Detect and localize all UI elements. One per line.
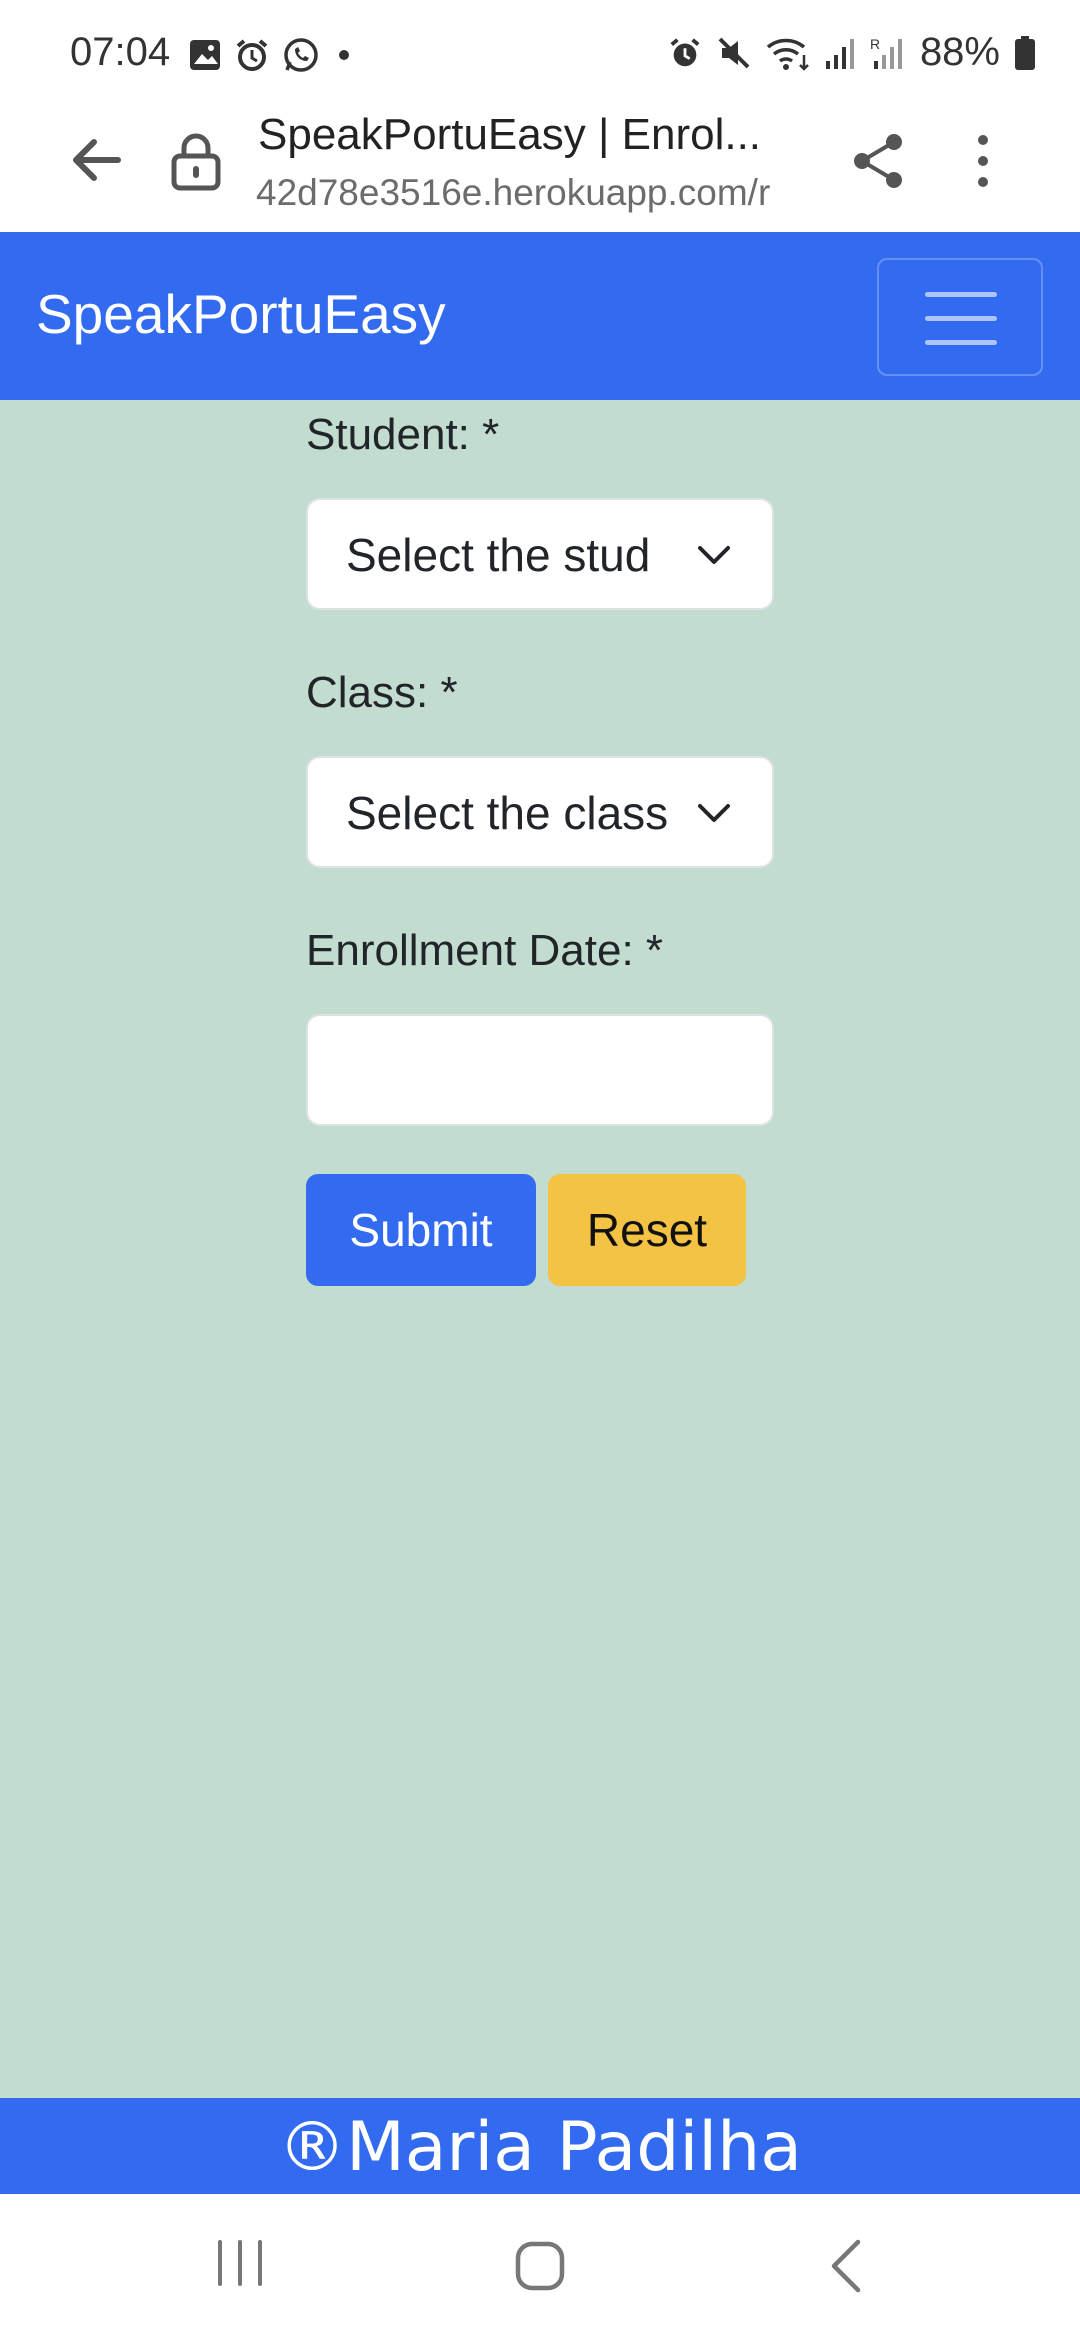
signal-icon: [825, 38, 854, 69]
reset-button[interactable]: Reset: [548, 1174, 746, 1286]
enrollment-date-input[interactable]: [306, 1014, 774, 1126]
gallery-icon: [190, 40, 220, 70]
chevron-down-icon: [698, 804, 730, 822]
navbar-toggler-button[interactable]: [877, 258, 1043, 376]
system-back-icon[interactable]: [826, 2238, 866, 2294]
page-tab-title[interactable]: SpeakPortuEasy | Enrol...: [258, 110, 813, 160]
svg-text:R: R: [870, 36, 880, 52]
enrollment-date-label: Enrollment Date: *: [306, 926, 664, 975]
url-text[interactable]: 42d78e3516e.herokuapp.com/r: [256, 172, 804, 214]
status-right-icons: R 88%: [668, 30, 1036, 75]
submit-button[interactable]: Submit: [306, 1174, 536, 1286]
hamburger-line: [925, 340, 997, 345]
student-select[interactable]: Select the stud: [306, 498, 774, 610]
chevron-down-icon: [698, 546, 730, 564]
hamburger-line: [925, 316, 997, 321]
battery-icon: [1015, 35, 1035, 70]
site-footer: ®Maria Padilha: [0, 2098, 1080, 2194]
site-navbar: SpeakPortuEasy: [0, 232, 1080, 400]
share-icon[interactable]: [848, 130, 908, 192]
alarm-icon: [236, 39, 268, 71]
class-label: Class: *: [306, 668, 458, 717]
alarm-icon: [670, 37, 700, 66]
brand-logo-text[interactable]: SpeakPortuEasy: [36, 282, 446, 346]
status-left-icons: [188, 36, 356, 74]
more-options-icon[interactable]: [960, 130, 1006, 192]
hamburger-line: [925, 292, 997, 297]
status-bar: 07:04 R 88%: [0, 0, 1080, 110]
mute-icon: [718, 37, 750, 68]
footer-copyright: ®Maria Padilha: [278, 2108, 802, 2187]
class-select[interactable]: Select the class: [306, 756, 774, 868]
class-select-value: Select the class: [346, 787, 669, 839]
home-icon[interactable]: [512, 2238, 568, 2294]
lock-icon[interactable]: [168, 132, 224, 192]
system-navigation-bar: [0, 2194, 1080, 2340]
signal-roaming-icon: R: [870, 36, 902, 69]
browser-toolbar: SpeakPortuEasy | Enrol... 42d78e3516e.he…: [0, 110, 1080, 232]
status-time: 07:04: [70, 30, 171, 74]
whatsapp-icon: [284, 38, 318, 72]
student-label: Student: *: [306, 410, 500, 459]
back-arrow-icon[interactable]: [66, 130, 126, 190]
dot-icon: [339, 50, 349, 60]
student-select-value: Select the stud: [346, 529, 651, 581]
recent-apps-icon[interactable]: [212, 2238, 268, 2288]
battery-percent: 88%: [919, 30, 1000, 74]
wifi-icon: [766, 38, 809, 71]
main-content: Student: * Select the stud Class: * Sele…: [0, 400, 1080, 2098]
